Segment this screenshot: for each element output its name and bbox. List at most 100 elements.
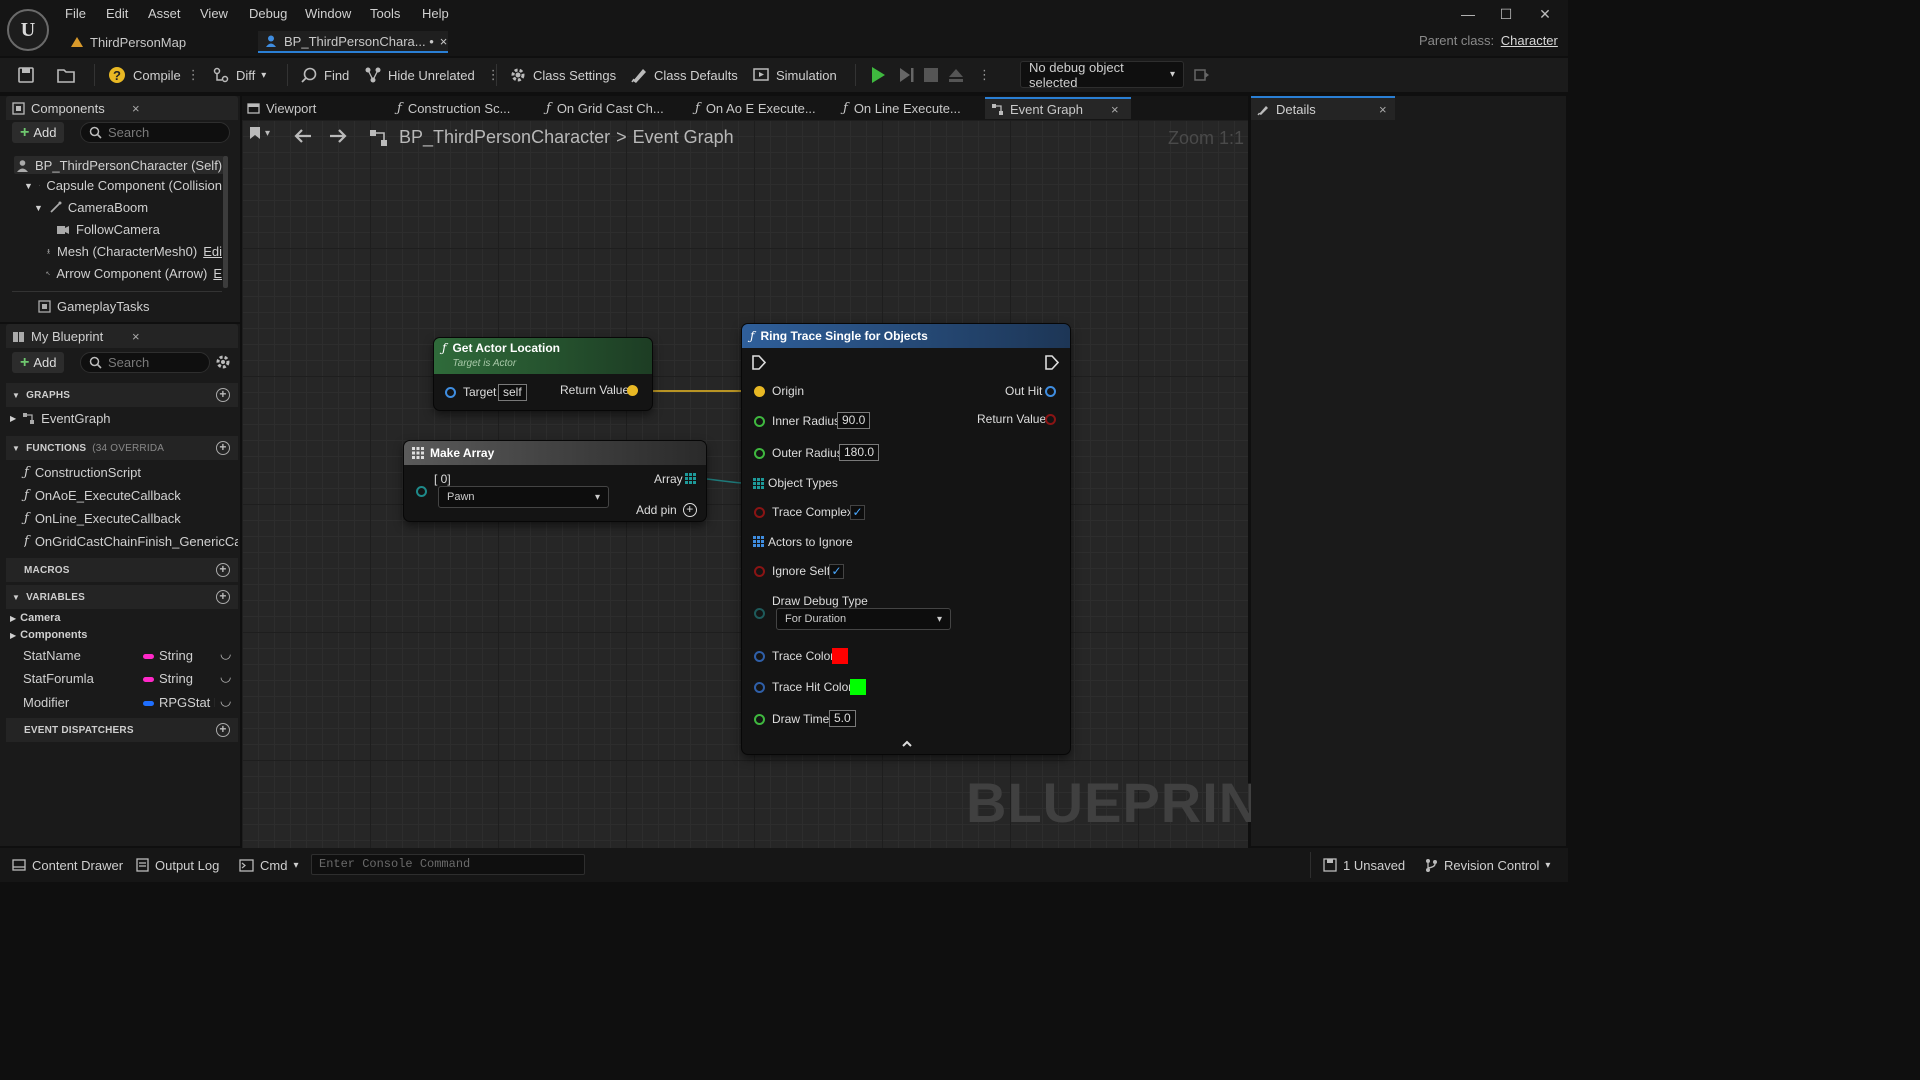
add-graph-icon[interactable]: +	[216, 388, 230, 402]
ignore-self-checkbox[interactable]: ✓	[829, 564, 844, 579]
menu-tools[interactable]: Tools	[370, 6, 400, 21]
function-item[interactable]: ƒ OnGridCastChainFinish_GenericCall	[24, 534, 238, 549]
menu-window[interactable]: Window	[305, 6, 351, 21]
parent-class-link[interactable]: Character	[1501, 33, 1558, 48]
hide-unrelated-button[interactable]: Hide Unrelated ⋮	[364, 58, 500, 92]
trace-complex-pin[interactable]	[754, 507, 765, 518]
draw-debug-type-select[interactable]: For Duration ▾	[776, 608, 951, 630]
revision-control-button[interactable]: Revision Control ▾	[1425, 855, 1550, 875]
debug-object-select[interactable]: No debug object selected ▾	[1020, 60, 1184, 90]
ignore-self-pin[interactable]	[754, 566, 765, 577]
target-pin[interactable]	[445, 387, 456, 398]
compile-button[interactable]: ? Compile ⋮	[107, 58, 200, 92]
return-value-pin[interactable]	[1045, 414, 1056, 425]
my-blueprint-add-button[interactable]: + Add	[12, 352, 65, 373]
content-drawer-button[interactable]: Content Drawer	[12, 855, 123, 875]
menu-asset[interactable]: Asset	[148, 6, 181, 21]
compile-options-icon[interactable]: ⋮	[187, 67, 200, 83]
array-output-pin[interactable]	[685, 473, 696, 484]
functions-override-label[interactable]: (34 OVERRIDA	[92, 443, 164, 454]
draw-time-input[interactable]: 5.0	[829, 710, 856, 727]
node-get-actor-location[interactable]: ƒ Get Actor Location Target is Actor Tar…	[434, 338, 652, 410]
tab-on-aoe-execute[interactable]: ƒ On Ao E Execute...	[695, 97, 816, 119]
doc-tab-close-button[interactable]: ×	[440, 34, 448, 49]
tab-construction-script[interactable]: ƒ Construction Sc...	[397, 97, 510, 119]
my-blueprint-search-input[interactable]: Search	[80, 352, 210, 373]
variable-category-camera[interactable]: ▶ Camera	[10, 612, 61, 624]
trace-color-pin[interactable]	[754, 651, 765, 662]
stop-button[interactable]	[922, 58, 940, 92]
edit-link[interactable]: E	[213, 266, 222, 281]
exec-in-pin[interactable]	[752, 355, 766, 370]
simulation-button[interactable]: Simulation	[752, 58, 837, 92]
component-item-cameraboom[interactable]: ▼ CameraBoom	[34, 200, 148, 215]
node-header[interactable]: ƒ Ring Trace Single for Objects	[742, 324, 1070, 348]
components-search-input[interactable]: Search	[80, 122, 230, 143]
components-close-button[interactable]: ×	[132, 101, 140, 116]
draw-time-pin[interactable]	[754, 714, 765, 725]
hide-unrelated-options-icon[interactable]: ⋮	[487, 67, 500, 83]
debug-filter-button[interactable]	[1193, 58, 1211, 92]
node-header[interactable]: Make Array	[404, 441, 706, 465]
cmd-dropdown[interactable]: Cmd ▾	[239, 855, 298, 875]
unsaved-button[interactable]: 1 Unsaved	[1323, 855, 1405, 875]
trace-color-swatch[interactable]	[832, 648, 848, 664]
variable-category-components[interactable]: ▶ Components	[10, 629, 87, 641]
variable-item-statforumla[interactable]: StatForumla	[23, 671, 94, 686]
details-tab[interactable]: Details ×	[1251, 96, 1395, 120]
component-item-mesh[interactable]: Mesh (CharacterMesh0) Edi	[46, 244, 222, 259]
unreal-logo-icon[interactable]: U	[7, 9, 49, 51]
inner-radius-input[interactable]: 90.0	[837, 412, 871, 429]
menu-debug[interactable]: Debug	[249, 6, 287, 21]
save-button[interactable]	[17, 58, 35, 92]
components-tab[interactable]: Components ×	[6, 96, 238, 120]
outer-radius-input[interactable]: 180.0	[839, 444, 880, 461]
macros-section-header[interactable]: MACROS +	[6, 558, 238, 582]
minimize-button[interactable]: —	[1456, 4, 1480, 24]
details-close-button[interactable]: ×	[1379, 102, 1387, 117]
target-value[interactable]: self	[498, 384, 527, 401]
component-item-gameplaytasks[interactable]: GameplayTasks	[38, 299, 149, 314]
tab-on-line-execute[interactable]: ƒ On Line Execute...	[843, 97, 961, 119]
browse-button[interactable]	[56, 58, 76, 92]
event-dispatchers-section-header[interactable]: EVENT DISPATCHERS +	[6, 718, 238, 742]
variable-item-modifier[interactable]: Modifier	[23, 695, 69, 710]
step-button[interactable]	[896, 58, 916, 92]
tab-viewport[interactable]: Viewport	[247, 97, 316, 119]
node-make-array[interactable]: Make Array [ 0] Pawn ▾ Array Add pin +	[404, 441, 706, 521]
console-command-input[interactable]: Enter Console Command	[311, 854, 585, 875]
edit-link[interactable]: Edi	[203, 244, 222, 259]
exec-out-pin[interactable]	[1045, 355, 1059, 370]
variables-section-header[interactable]: ▼ VARIABLES +	[6, 585, 238, 609]
my-blueprint-settings-button[interactable]	[215, 354, 231, 370]
component-item-self[interactable]: BP_ThirdPersonCharacter (Self)	[14, 156, 224, 174]
my-blueprint-tab[interactable]: My Blueprint ×	[6, 324, 238, 348]
node-header[interactable]: ƒ Get Actor Location Target is Actor	[434, 338, 652, 374]
maximize-button[interactable]: ☐	[1494, 4, 1518, 24]
object-types-pin[interactable]	[753, 478, 764, 489]
menu-view[interactable]: View	[200, 6, 228, 21]
close-window-button[interactable]: ✕	[1533, 4, 1557, 24]
tab-on-grid-cast[interactable]: ƒ On Grid Cast Ch...	[546, 97, 664, 119]
output-log-button[interactable]: Output Log	[136, 855, 219, 875]
eye-icon[interactable]: ◡	[220, 646, 231, 662]
tab-close-button[interactable]: ×	[1111, 102, 1119, 117]
menu-help[interactable]: Help	[422, 6, 449, 21]
play-button[interactable]	[868, 58, 888, 92]
menu-edit[interactable]: Edit	[106, 6, 128, 21]
add-variable-icon[interactable]: +	[216, 590, 230, 604]
components-add-button[interactable]: + Add	[12, 122, 65, 143]
class-settings-button[interactable]: Class Settings	[509, 58, 616, 92]
element-type-select[interactable]: Pawn ▾	[438, 486, 609, 508]
menu-file[interactable]: File	[65, 6, 86, 21]
class-defaults-button[interactable]: Class Defaults	[630, 58, 738, 92]
out-hit-pin[interactable]	[1045, 386, 1056, 397]
eject-button[interactable]	[947, 58, 965, 92]
find-button[interactable]: Find	[300, 58, 349, 92]
draw-debug-type-pin[interactable]	[754, 608, 765, 619]
eye-icon[interactable]: ◡	[220, 693, 231, 709]
variable-item-statname[interactable]: StatName	[23, 648, 81, 663]
component-item-arrow[interactable]: Arrow Component (Arrow) E	[46, 266, 222, 281]
diff-button[interactable]: Diff ▾	[212, 58, 266, 92]
return-value-pin[interactable]	[627, 385, 638, 396]
